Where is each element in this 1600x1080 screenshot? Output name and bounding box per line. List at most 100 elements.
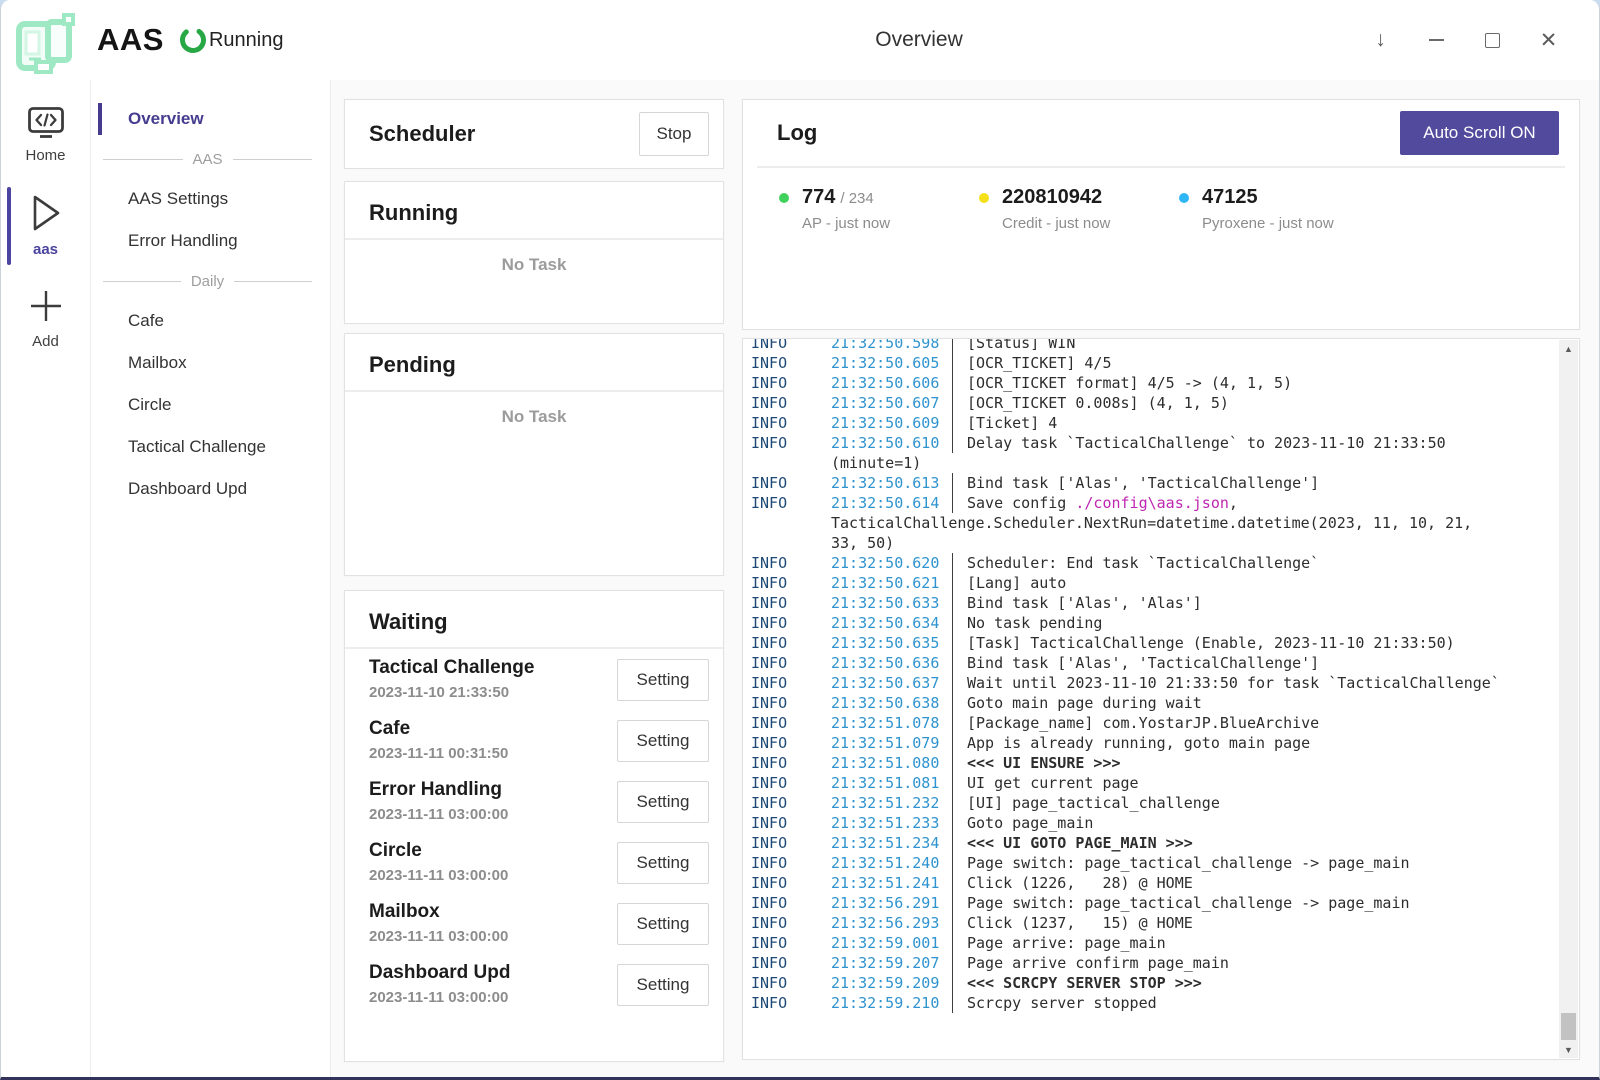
log-message: [Task] TacticalChallenge (Enable, 2023-1…	[952, 633, 1455, 653]
rail-item-add[interactable]: Add	[1, 278, 90, 360]
log-level: INFO	[751, 873, 831, 893]
log-message: Goto main page during wait	[952, 693, 1202, 713]
nav-item-dashboard-upd[interactable]: Dashboard Upd	[91, 468, 330, 510]
log-row: INFO21:32:51.079App is already running, …	[751, 733, 1558, 753]
task-next-run-time: 2023-11-11 03:00:00	[369, 928, 508, 945]
log-level: INFO	[751, 693, 831, 713]
stat-fraction: / 234	[840, 190, 873, 207]
stat-pyroxene: 47125Pyroxene - just now	[1179, 186, 1379, 232]
setting-button-error-handling[interactable]: Setting	[617, 781, 709, 823]
stat-dot-icon	[779, 193, 789, 203]
log-level: INFO	[751, 933, 831, 953]
close-icon[interactable]: ✕	[1532, 20, 1565, 60]
waiting-task-row-cafe: Cafe2023-11-11 00:31:50Setting	[345, 710, 723, 771]
task-name: Tactical Challenge	[369, 657, 534, 679]
log-row: INFO21:32:50.635[Task] TacticalChallenge…	[751, 633, 1558, 653]
running-card: Running No Task	[344, 181, 724, 324]
log-level: INFO	[751, 613, 831, 633]
log-row: INFO21:32:50.620Scheduler: End task `Tac…	[751, 553, 1558, 573]
log-message: UI get current page	[952, 773, 1139, 793]
log-output-card: INFO21:32:50.598[Status] WININFO21:32:50…	[742, 338, 1580, 1060]
log-row: INFO21:32:50.633Bind task ['Alas', 'Alas…	[751, 593, 1558, 613]
log-row: INFO21:32:50.605[OCR_TICKET] 4/5	[751, 353, 1558, 373]
task-next-run-time: 2023-11-11 03:00:00	[369, 867, 508, 884]
log-timestamp: 21:32:59.001	[831, 933, 939, 953]
log-level: INFO	[751, 373, 831, 393]
nav-item-tactical-challenge[interactable]: Tactical Challenge	[91, 426, 330, 468]
log-row: INFO21:32:51.241Click (1226, 28) @ HOME	[751, 873, 1558, 893]
log-message: Delay task `TacticalChallenge` to 2023-1…	[952, 433, 1446, 453]
log-row: INFO21:32:50.598[Status] WIN	[751, 339, 1558, 353]
log-timestamp: 21:32:50.633	[831, 593, 939, 613]
stat-label: AP - just now	[802, 215, 890, 232]
log-viewport[interactable]: INFO21:32:50.598[Status] WININFO21:32:50…	[751, 339, 1558, 1059]
pending-empty-text: No Task	[345, 407, 723, 427]
log-timestamp: 21:32:59.209	[831, 973, 939, 993]
log-row: INFO21:32:50.606[OCR_TICKET format] 4/5 …	[751, 373, 1558, 393]
setting-button-mailbox[interactable]: Setting	[617, 903, 709, 945]
log-row: INFO21:32:50.621[Lang] auto	[751, 573, 1558, 593]
rail-item-label: Home	[25, 147, 65, 164]
rail-item-aas[interactable]: aas	[1, 184, 90, 268]
log-level: INFO	[751, 593, 831, 613]
page-title: Overview	[875, 28, 963, 52]
log-message: [Package_name] com.YostarJP.BlueArchive	[952, 713, 1319, 733]
nav-item-circle[interactable]: Circle	[91, 384, 330, 426]
setting-button-cafe[interactable]: Setting	[617, 720, 709, 762]
maximize-icon[interactable]	[1476, 20, 1509, 60]
log-timestamp: 21:32:50.621	[831, 573, 939, 593]
log-row: INFO21:32:50.634No task pending	[751, 613, 1558, 633]
log-timestamp: 21:32:50.613	[831, 473, 939, 493]
nav-item-cafe[interactable]: Cafe	[91, 300, 330, 342]
log-level: INFO	[751, 953, 831, 973]
log-row: INFO21:32:59.210Scrcpy server stopped	[751, 993, 1558, 1013]
log-row: INFO21:32:51.234<<< UI GOTO PAGE_MAIN >>…	[751, 833, 1558, 853]
nav-item-aas-settings[interactable]: AAS Settings	[91, 178, 330, 220]
log-level: INFO	[751, 473, 831, 493]
log-message: 33, 50)	[831, 533, 894, 553]
log-row: TacticalChallenge.Scheduler.NextRun=date…	[751, 513, 1558, 533]
log-level: INFO	[751, 833, 831, 853]
play-icon	[28, 192, 64, 234]
log-timestamp: 21:32:50.605	[831, 353, 939, 373]
setting-button-dashboard-upd[interactable]: Setting	[617, 964, 709, 1006]
log-message: Page switch: page_tactical_challenge -> …	[952, 893, 1410, 913]
scrollbar-thumb[interactable]	[1561, 1013, 1576, 1040]
rail-item-label: aas	[33, 241, 58, 258]
log-level: INFO	[751, 493, 831, 513]
rail-item-home[interactable]: Home	[1, 98, 90, 174]
log-level: INFO	[751, 973, 831, 993]
waiting-task-row-circle: Circle2023-11-11 03:00:00Setting	[345, 832, 723, 893]
log-timestamp: 21:32:59.207	[831, 953, 939, 973]
log-timestamp: 21:32:50.634	[831, 613, 939, 633]
minimize-icon[interactable]	[1420, 20, 1453, 60]
titlebar: AAS Running Overview ↓ ✕	[1, 0, 1599, 80]
auto-scroll-button[interactable]: Auto Scroll ON	[1400, 111, 1559, 155]
waiting-task-list: Tactical Challenge2023-11-10 21:33:50Set…	[345, 649, 723, 1015]
log-message: TacticalChallenge.Scheduler.NextRun=date…	[831, 513, 1472, 533]
log-message: Scrcpy server stopped	[952, 993, 1157, 1013]
setting-button-tactical-challenge[interactable]: Setting	[617, 659, 709, 701]
nav-item-mailbox[interactable]: Mailbox	[91, 342, 330, 384]
setting-button-circle[interactable]: Setting	[617, 842, 709, 884]
nav-item-overview[interactable]: Overview	[91, 98, 330, 140]
scheduler-title: Scheduler	[369, 121, 475, 147]
task-name: Cafe	[369, 718, 508, 740]
log-timestamp: 21:32:51.234	[831, 833, 939, 853]
stop-button[interactable]: Stop	[639, 112, 709, 156]
minimize-to-tray-icon[interactable]: ↓	[1364, 20, 1397, 60]
log-level: INFO	[751, 913, 831, 933]
log-timestamp: 21:32:56.291	[831, 893, 939, 913]
log-row: INFO21:32:51.078[Package_name] com.Yosta…	[751, 713, 1558, 733]
log-message: Page arrive: page_main	[952, 933, 1166, 953]
log-level: INFO	[751, 339, 831, 353]
log-message: Wait until 2023-11-10 21:33:50 for task …	[952, 673, 1500, 693]
log-row: INFO21:32:59.209<<< SCRCPY SERVER STOP >…	[751, 973, 1558, 993]
log-level: INFO	[751, 813, 831, 833]
log-level: INFO	[751, 633, 831, 653]
scroll-up-icon[interactable]: ▲	[1559, 340, 1578, 357]
log-scrollbar[interactable]: ▲ ▼	[1559, 340, 1578, 1058]
scroll-down-icon[interactable]: ▼	[1559, 1041, 1578, 1058]
nav-item-error-handling[interactable]: Error Handling	[91, 220, 330, 262]
log-level: INFO	[751, 553, 831, 573]
